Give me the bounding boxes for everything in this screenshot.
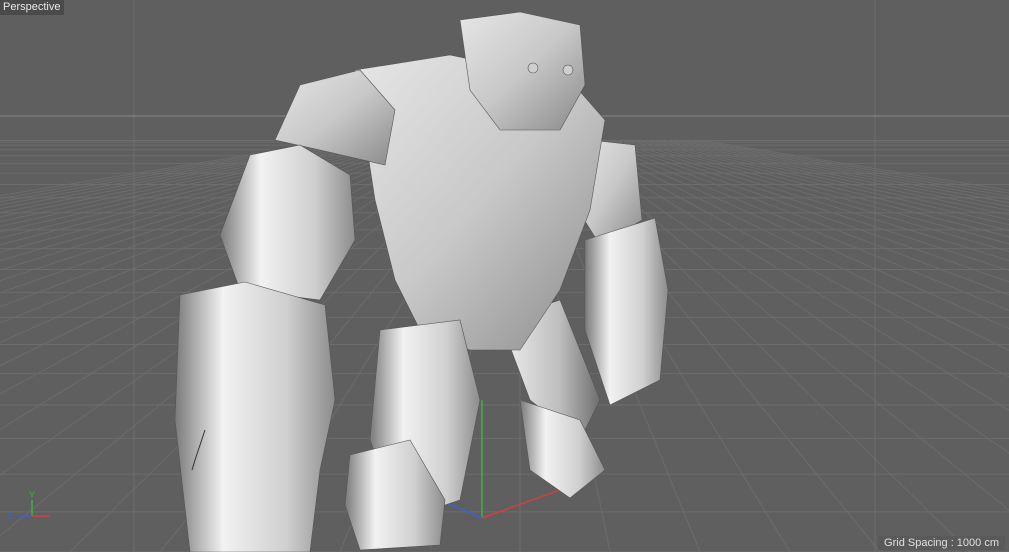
grid-line xyxy=(639,139,1009,232)
world-x-axis xyxy=(481,489,561,519)
left-eye xyxy=(527,62,539,74)
grid-line xyxy=(687,139,1009,197)
left-forearm[interactable] xyxy=(174,281,336,552)
grid-line xyxy=(681,139,1009,200)
grid-spacing-readout: Grid Spacing : 1000 cm xyxy=(878,536,1005,550)
grid-line xyxy=(621,139,1009,253)
grid-line xyxy=(657,139,1009,216)
gizmo-z-label: Z xyxy=(7,511,13,521)
right-eye xyxy=(562,64,574,76)
grid-line xyxy=(669,139,1009,208)
viewport-scene[interactable]: Y Z xyxy=(0,0,1009,552)
grid-line xyxy=(675,139,1009,204)
right-forearm[interactable] xyxy=(584,217,669,406)
grid-line xyxy=(645,139,1009,226)
viewport-name-label[interactable]: Perspective xyxy=(0,0,65,15)
gizmo-y-label: Y xyxy=(29,490,35,500)
perspective-viewport[interactable]: Y Z Perspective Grid Spacing : 1000 cm xyxy=(0,0,1009,552)
grid-line xyxy=(693,139,1009,194)
axis-gizmo: Y Z xyxy=(7,490,50,521)
character-model[interactable] xyxy=(174,11,669,552)
